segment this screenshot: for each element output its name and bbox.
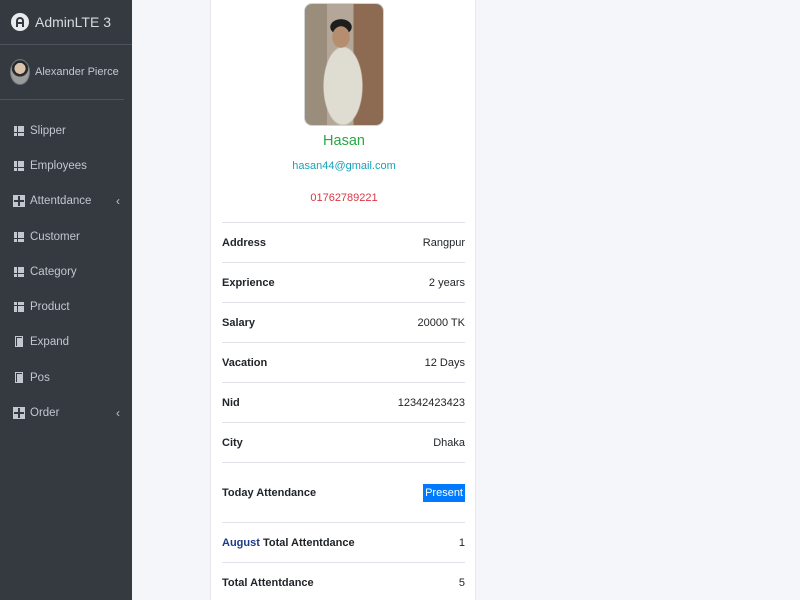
detail-value: Rangpur [422, 236, 465, 249]
sidebar-nav: Slipper Employees Attentdance ‹ Customer… [0, 100, 132, 431]
detail-row-experience: Exprience 2 years [222, 263, 465, 303]
grid-icon [14, 231, 24, 242]
grid-icon [14, 302, 24, 313]
detail-row-address: Address Rangpur [222, 223, 465, 263]
status-badge: Present [423, 483, 465, 502]
month-attendance-label: Total Attentdance [262, 536, 355, 549]
sidebar-item-label: Expand [30, 336, 70, 349]
sidebar-item-label: Employees [30, 159, 87, 172]
brand-logo-icon [11, 13, 29, 31]
chevron-left-icon: ‹ [116, 406, 120, 421]
detail-value: Dhaka [433, 436, 465, 449]
sidebar-item-label: Pos [30, 371, 50, 384]
detail-row-month-attendance: August Total Attentdance 1 [222, 523, 465, 563]
sidebar-item-label: Order [30, 407, 60, 420]
table-icon [13, 195, 25, 208]
detail-label: Salary [222, 316, 256, 329]
detail-row-today-attendance: Today Attendance Present [222, 463, 465, 523]
sidebar-item-label: Slipper [30, 124, 66, 137]
profile-card: Hasan hasan44@gmail.com 01762789221 Addr… [210, 0, 476, 600]
detail-value: 12 Days [424, 356, 465, 369]
detail-label: Vacation [222, 356, 268, 369]
sidebar-item-expand[interactable]: Expand [0, 325, 132, 360]
profile-details-list: Address Rangpur Exprience 2 years Salary… [222, 222, 465, 600]
month-name: August [222, 536, 260, 549]
sidebar-item-pos[interactable]: Pos [0, 360, 132, 395]
brand-title: AdminLTE 3 [35, 14, 111, 30]
grid-icon [14, 160, 24, 171]
profile-email: hasan44@gmail.com [292, 160, 396, 172]
sidebar-item-category[interactable]: Category [0, 254, 132, 289]
sidebar-item-slipper[interactable]: Slipper [0, 113, 132, 148]
sidebar-item-product[interactable]: Product [0, 289, 132, 324]
detail-value: 2 years [428, 276, 465, 289]
sidebar-item-label: Customer [30, 230, 80, 243]
sidebar-item-order[interactable]: Order ‹ [0, 395, 132, 430]
copy-icon [14, 371, 24, 383]
detail-label: August Total Attentdance [222, 537, 355, 549]
detail-value: 20000 TK [417, 316, 465, 329]
detail-label: Nid [222, 396, 240, 409]
detail-label: Exprience [222, 276, 275, 289]
copy-icon [14, 336, 24, 348]
detail-row-total-attendance: Total Attentdance 5 [222, 563, 465, 600]
profile-name: Hasan [323, 133, 365, 149]
sidebar-item-label: Category [30, 265, 77, 278]
detail-label: City [222, 436, 243, 449]
sidebar-item-label: Product [30, 301, 70, 314]
grid-icon [14, 125, 24, 136]
detail-value: 12342423423 [397, 396, 465, 409]
sidebar-item-label: Attentdance [30, 195, 92, 208]
user-panel[interactable]: Alexander Pierce [0, 45, 124, 100]
profile-phone: 01762789221 [310, 192, 378, 204]
user-name: Alexander Pierce [35, 66, 119, 78]
profile-photo [304, 3, 384, 126]
detail-row-salary: Salary 20000 TK [222, 303, 465, 343]
chevron-left-icon: ‹ [116, 194, 120, 209]
detail-label: Total Attentdance [222, 576, 314, 589]
sidebar-item-attendance[interactable]: Attentdance ‹ [0, 184, 132, 219]
detail-label: Today Attendance [222, 486, 317, 499]
avatar [10, 59, 30, 85]
table-icon [13, 407, 25, 420]
detail-row-vacation: Vacation 12 Days [222, 343, 465, 383]
sidebar-item-customer[interactable]: Customer [0, 219, 132, 254]
detail-value: 5 [458, 576, 465, 589]
detail-row-nid: Nid 12342423423 [222, 383, 465, 423]
detail-value: 1 [458, 536, 465, 549]
detail-row-city: City Dhaka [222, 423, 465, 463]
brand-link[interactable]: AdminLTE 3 [0, 0, 132, 45]
grid-icon [14, 266, 24, 277]
detail-label: Address [222, 236, 267, 249]
sidebar-item-employees[interactable]: Employees [0, 148, 132, 183]
sidebar: AdminLTE 3 Alexander Pierce Slipper Empl… [0, 0, 132, 600]
